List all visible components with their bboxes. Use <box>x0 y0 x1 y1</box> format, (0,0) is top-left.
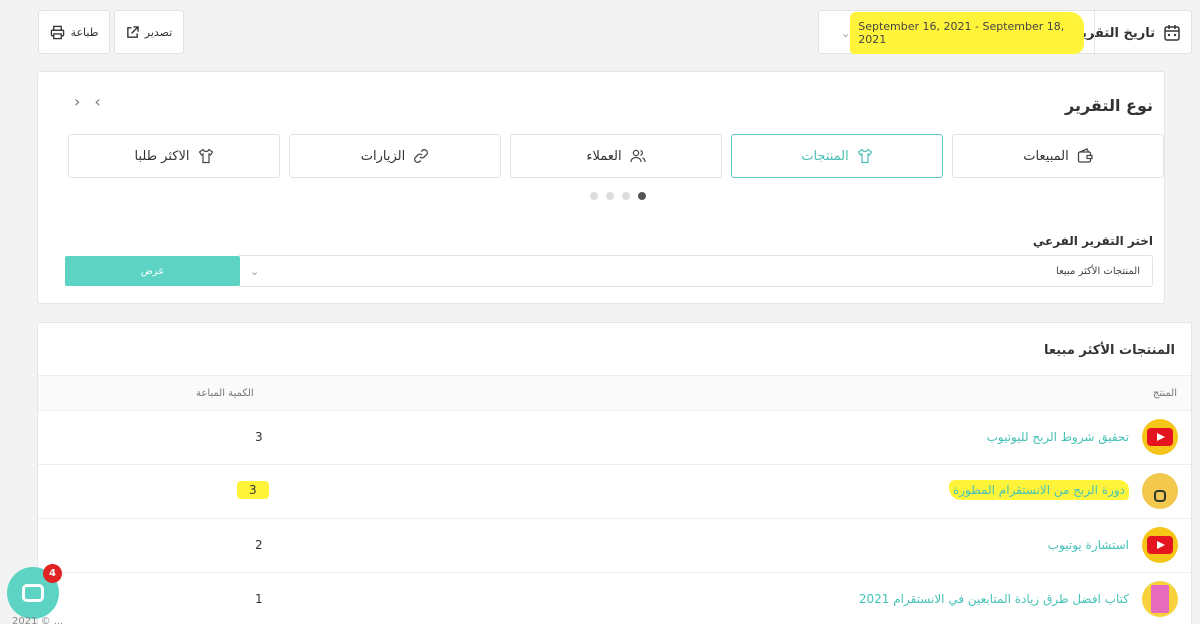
product-thumbnail <box>1142 527 1178 563</box>
shirt-icon <box>198 148 214 164</box>
print-button[interactable]: طباعة <box>38 10 110 54</box>
product-qty: 2 <box>255 538 263 552</box>
date-range-select[interactable]: ⌄ September 16, 2021 - September 18, 202… <box>833 11 1095 55</box>
table-title: المنتجات الأكثر مبيعا <box>1043 343 1175 358</box>
table-row: دورة الربح من الانستقرام المطورة 3 <box>38 465 1191 519</box>
product-thumbnail <box>1142 419 1178 455</box>
carousel-dot[interactable] <box>622 192 630 200</box>
report-date-card: تاريخ التقرير ⌄ September 16, 2021 - Sep… <box>818 10 1192 55</box>
tab-visits-label: الزيارات <box>360 148 406 164</box>
product-qty: 3 <box>237 481 269 499</box>
product-link[interactable]: تحقيق شروط الربح لليوتيوب <box>987 430 1129 444</box>
export-button[interactable]: تصدير <box>114 10 184 54</box>
tab-customers-label: العملاء <box>586 148 622 164</box>
users-icon <box>630 148 646 164</box>
tab-products-label: المنتجات <box>801 148 849 164</box>
date-range-value: September 16, 2021 - September 18, 2021 <box>850 12 1084 54</box>
product-qty: 3 <box>255 430 263 444</box>
tab-products[interactable]: المنتجات <box>731 134 943 178</box>
tab-sales[interactable]: المبيعات <box>952 134 1164 178</box>
link-icon <box>413 148 429 164</box>
report-type-card: نوع التقرير › ‹ المبيعات المنتجات العملا… <box>37 71 1165 304</box>
sub-report-select[interactable]: المنتجات الأكثر مبيعا ⌄ <box>237 255 1153 287</box>
table-header: المنتج الكمية المباعة <box>38 375 1191 411</box>
table-row: تحقيق شروط الربح لليوتيوب 3 <box>38 411 1191 465</box>
product-link[interactable]: استشارة يوتيوب <box>1048 538 1129 552</box>
carousel-dot[interactable] <box>606 192 614 200</box>
table-row: كتاب افضل طرق زيادة المتابعين في الانستق… <box>38 573 1191 624</box>
tab-most-requested[interactable]: الاكثر طلبا <box>68 134 280 178</box>
product-qty: 1 <box>255 592 263 606</box>
instagram-icon <box>1154 490 1166 502</box>
wallet-icon <box>1077 148 1093 164</box>
chat-icon <box>22 584 44 602</box>
printer-icon <box>50 25 65 40</box>
chevron-left-icon[interactable]: ‹ <box>74 92 80 111</box>
show-button[interactable]: عرض <box>65 256 240 286</box>
external-link-icon <box>126 25 139 39</box>
sub-report-value: المنتجات الأكثر مبيعا <box>1056 265 1140 277</box>
export-label: تصدير <box>144 25 173 39</box>
book-icon <box>1151 585 1169 613</box>
carousel-dots <box>590 192 646 200</box>
tab-visits[interactable]: الزيارات <box>289 134 501 178</box>
chevron-down-icon: ⌄ <box>841 26 851 40</box>
tab-most-requested-label: الاكثر طلبا <box>134 148 190 164</box>
shirt-icon <box>857 148 873 164</box>
tab-sales-label: المبيعات <box>1023 148 1069 164</box>
sub-report-label: اختر التقرير الفرعي <box>1032 234 1153 248</box>
tab-customers[interactable]: العملاء <box>510 134 722 178</box>
youtube-icon <box>1147 428 1173 446</box>
calendar-icon <box>1163 24 1181 42</box>
chevron-right-icon[interactable]: › <box>94 92 100 111</box>
report-type-tabs: المبيعات المنتجات العملاء الزيارات الاكث… <box>68 134 1164 178</box>
product-thumbnail <box>1142 581 1178 617</box>
product-thumbnail <box>1142 473 1178 509</box>
column-product: المنتج <box>1152 388 1177 399</box>
table-row: استشارة يوتيوب 2 <box>38 519 1191 573</box>
print-label: طباعة <box>70 25 99 39</box>
product-link[interactable]: دورة الربح من الانستقرام المطورة <box>948 480 1129 500</box>
footer-copyright: 2021 © ... <box>12 616 64 624</box>
carousel-dot[interactable] <box>590 192 598 200</box>
column-qty: الكمية المباعة <box>196 388 254 399</box>
report-type-title: نوع التقرير <box>1065 96 1153 115</box>
chevron-down-icon: ⌄ <box>250 264 260 278</box>
carousel-dot-active[interactable] <box>638 192 646 200</box>
carousel-arrows: › ‹ <box>74 92 101 111</box>
top-products-card: المنتجات الأكثر مبيعا المنتج الكمية المب… <box>37 322 1192 624</box>
youtube-icon <box>1147 536 1173 554</box>
chat-notification-badge: 4 <box>43 564 62 583</box>
product-link[interactable]: كتاب افضل طرق زيادة المتابعين في الانستق… <box>859 592 1129 606</box>
